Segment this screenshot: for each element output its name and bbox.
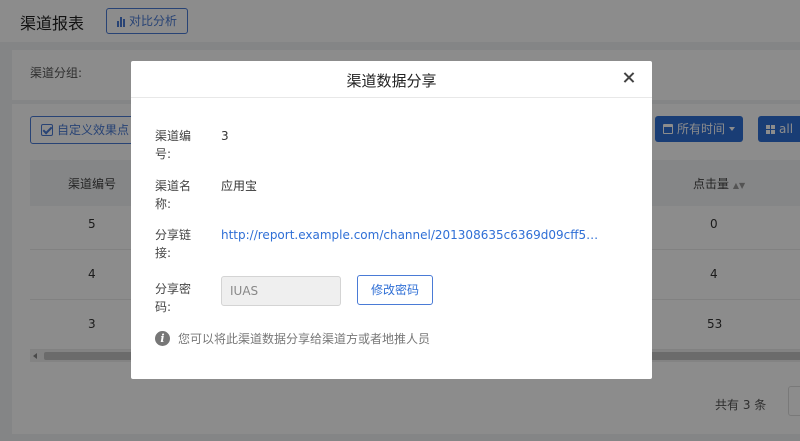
- channel-name-label: 渠道名称:: [155, 179, 192, 211]
- modal-title: 渠道数据分享: [346, 72, 437, 90]
- share-link-label: 分享链接:: [155, 228, 192, 260]
- channel-id-label: 渠道编号:: [155, 129, 192, 161]
- share-link[interactable]: http://report.example.com/channel/201308…: [221, 226, 601, 244]
- share-password-label: 分享密码:: [155, 282, 192, 314]
- share-password-field[interactable]: [221, 276, 341, 306]
- info-note: i 您可以将此渠道数据分享给渠道方或者地推人员: [155, 330, 430, 347]
- modal-header: 渠道数据分享: [131, 61, 652, 98]
- info-text: 您可以将此渠道数据分享给渠道方或者地推人员: [178, 332, 431, 346]
- edit-password-button[interactable]: 修改密码: [357, 275, 433, 305]
- channel-id-value: 3: [221, 129, 229, 143]
- channel-name-value: 应用宝: [221, 179, 258, 193]
- info-icon: i: [155, 331, 170, 346]
- share-modal: 渠道数据分享 渠道编号: 3 渠道名称: 应用宝 分享链接: http://re…: [131, 61, 652, 379]
- close-icon[interactable]: [620, 69, 638, 87]
